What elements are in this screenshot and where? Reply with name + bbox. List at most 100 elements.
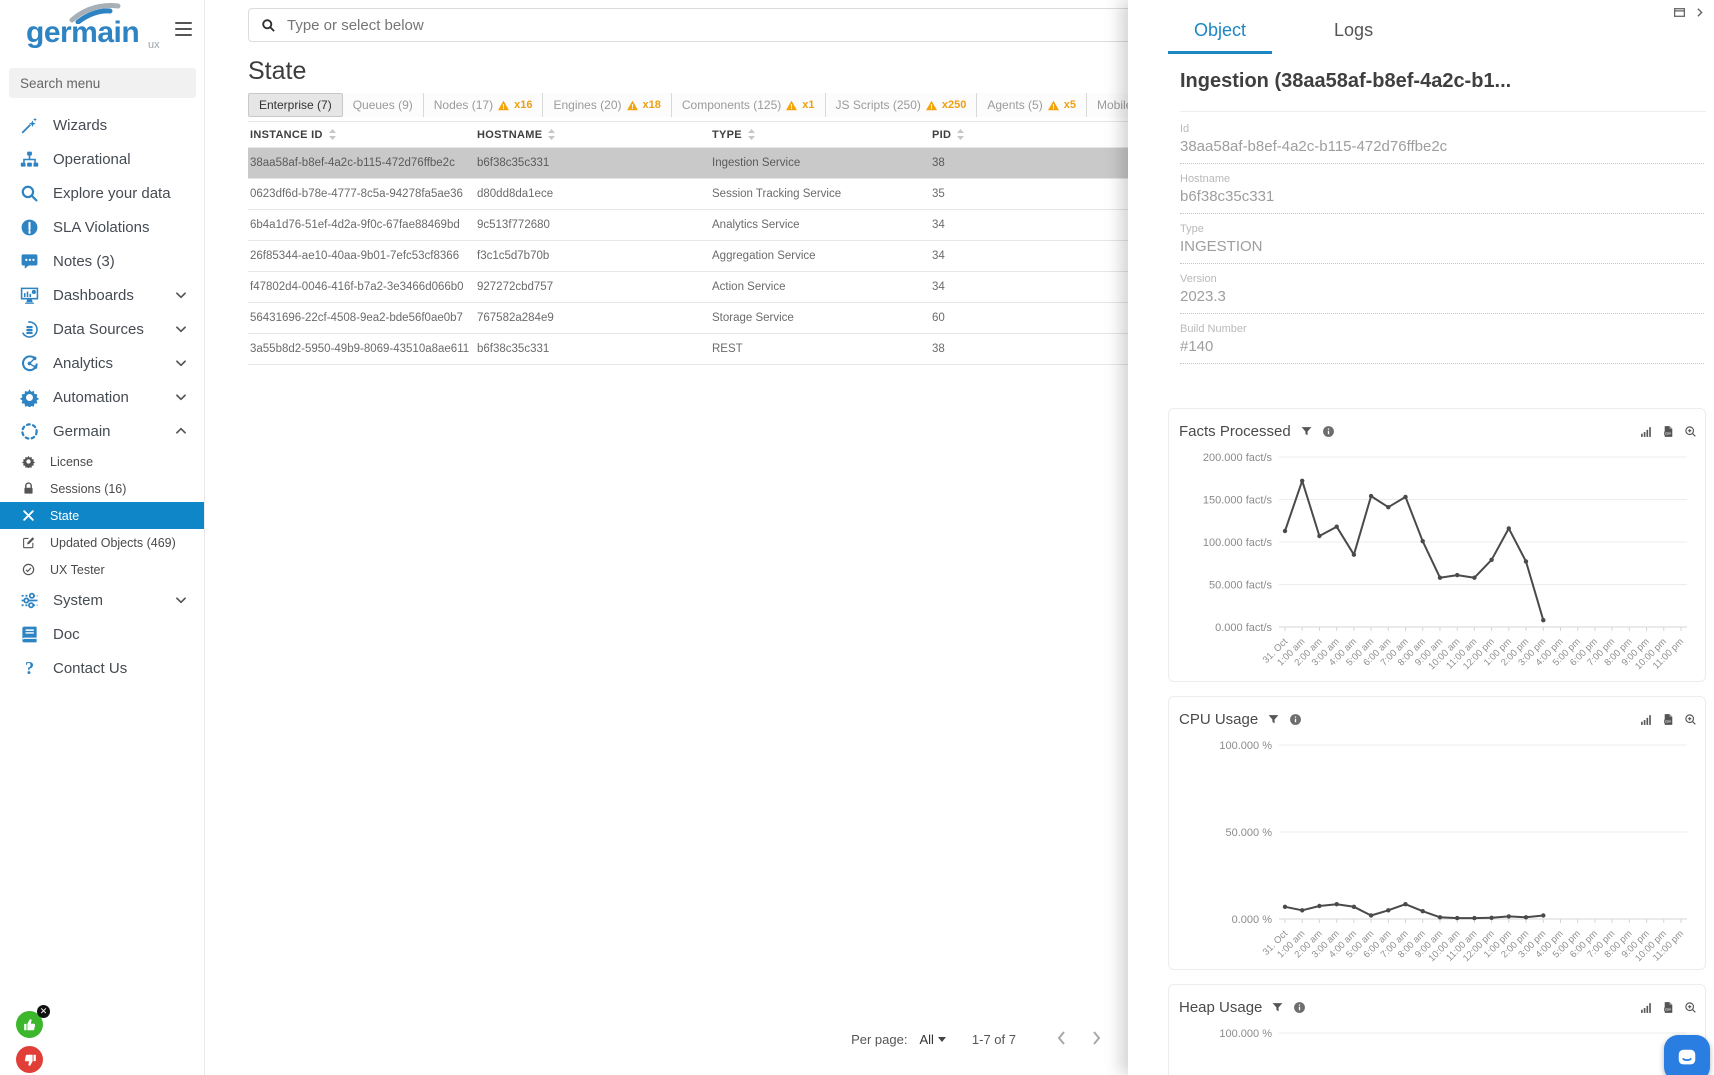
cell-pid: 38 — [930, 157, 1138, 169]
bar-chart-icon[interactable] — [1640, 713, 1653, 726]
tab-object[interactable]: Object — [1168, 14, 1272, 54]
filter-icon[interactable] — [1267, 713, 1280, 726]
sidebar-item-notes-3[interactable]: Notes (3) — [0, 244, 204, 278]
tab-js-scripts-250[interactable]: JS Scripts (250) !x250 — [826, 93, 978, 117]
svg-text:!: ! — [502, 104, 504, 111]
previous-page-button[interactable] — [1044, 1026, 1079, 1053]
tab-agents-5[interactable]: Agents (5) !x5 — [977, 93, 1087, 117]
bar-chart-icon[interactable] — [1640, 425, 1653, 438]
filter-icon[interactable] — [1300, 425, 1313, 438]
cell-type: Session Tracking Service — [710, 188, 930, 200]
main-search-input[interactable] — [287, 17, 1125, 34]
info-icon[interactable] — [1322, 425, 1335, 438]
info-icon[interactable] — [1289, 713, 1302, 726]
chat-bubble-icon — [1676, 1047, 1698, 1069]
per-page-select[interactable]: All — [919, 1032, 945, 1047]
chat-widget-button[interactable] — [1664, 1035, 1710, 1075]
sidebar-item-doc[interactable]: Doc — [0, 617, 204, 651]
sidebar-item-wizards[interactable]: Wizards — [0, 108, 204, 142]
svg-text:100.000 fact/s: 100.000 fact/s — [1203, 537, 1273, 549]
table-row[interactable]: 3a55b8d2-5950-49b9-8069-43510a8ae611 b6f… — [248, 334, 1138, 365]
sidebar-subitem-updated-objects-469[interactable]: Updated Objects (469) — [0, 529, 204, 556]
next-page-button[interactable] — [1079, 1026, 1114, 1053]
question-icon: ? — [20, 658, 42, 678]
sort-icon[interactable] — [548, 129, 555, 140]
column-header-hostname[interactable]: HOSTNAME — [475, 129, 710, 141]
close-icon[interactable]: ✕ — [37, 1005, 50, 1018]
expand-window-icon[interactable] — [1673, 6, 1686, 19]
sidebar-subitem-label: State — [50, 509, 79, 523]
cell-pid: 60 — [930, 312, 1138, 324]
filter-icon[interactable] — [1271, 1001, 1284, 1014]
sidebar-item-operational[interactable]: Operational — [0, 142, 204, 176]
svg-text:!: ! — [1052, 104, 1054, 111]
table-row[interactable]: 38aa58af-b8ef-4a2c-b115-472d76ffbe2c b6f… — [248, 148, 1138, 179]
zoom-in-icon[interactable] — [1684, 713, 1697, 726]
collapse-panel-icon[interactable] — [1693, 6, 1706, 19]
zoom-in-icon[interactable] — [1684, 1001, 1697, 1014]
export-csv-icon[interactable]: CSV — [1662, 1001, 1675, 1014]
cell-hostname: f3c1c5d7b70b — [475, 250, 710, 262]
cell-instance-id: 26f85344-ae10-40aa-9b01-7efc53cf8366 — [248, 250, 475, 262]
sidebar-subitem-license[interactable]: License — [0, 448, 204, 475]
column-header-type[interactable]: TYPE — [710, 129, 930, 141]
sidebar-subitem-sessions-16[interactable]: Sessions (16) — [0, 475, 204, 502]
tab-queues-9[interactable]: Queues (9) — [343, 93, 424, 117]
table-row[interactable]: 0623df6d-b78e-4777-8c5a-94278fa5ae36 d80… — [248, 179, 1138, 210]
table-row[interactable]: f47802d4-0046-416f-b7a2-3e3466d066b0 927… — [248, 272, 1138, 303]
table-row[interactable]: 56431696-22cf-4508-9ea2-bde56f0ae0b7 767… — [248, 303, 1138, 334]
cell-type: Storage Service — [710, 312, 930, 324]
tab-components-125[interactable]: Components (125) !x1 — [672, 93, 826, 117]
thumbs-up-button[interactable]: ✕ — [16, 1011, 43, 1038]
thumbs-down-button[interactable] — [16, 1046, 43, 1073]
sidebar-subitem-label: UX Tester — [50, 563, 105, 577]
sort-icon[interactable] — [748, 129, 755, 140]
field-value: INGESTION — [1180, 238, 1704, 255]
bar-chart-icon[interactable] — [1640, 1001, 1653, 1014]
menu-search-input[interactable] — [9, 68, 196, 98]
svg-text:0.000 %: 0.000 % — [1232, 914, 1273, 926]
sidebar-item-label: Dashboards — [53, 287, 134, 304]
analytics-icon — [20, 353, 42, 373]
warning-count: x5 — [1064, 99, 1076, 111]
field-build-number: Build Number #140 — [1180, 314, 1704, 364]
sidebar-item-system[interactable]: System — [0, 583, 204, 617]
column-header-pid[interactable]: PID — [930, 129, 1138, 141]
field-label: Id — [1180, 123, 1704, 135]
tab-enterprise-7[interactable]: Enterprise (7) — [248, 93, 343, 117]
facts-processed-card: Facts Processed CSV 200.000 fact/s150.00… — [1168, 408, 1706, 682]
hamburger-menu-icon[interactable] — [175, 22, 192, 40]
sidebar-item-data-sources[interactable]: Data Sources — [0, 312, 204, 346]
field-version: Version 2023.3 — [1180, 264, 1704, 314]
sidebar-item-analytics[interactable]: Analytics — [0, 346, 204, 380]
sort-icon[interactable] — [957, 129, 964, 140]
tab-engines-20[interactable]: Engines (20) !x18 — [543, 93, 671, 117]
state-tabs: Enterprise (7) Queues (9) Nodes (17) !x1… — [248, 93, 1161, 117]
book-icon — [20, 624, 42, 644]
cell-type: REST — [710, 343, 930, 355]
sidebar-subitem-ux-tester[interactable]: UX Tester — [0, 556, 204, 583]
zoom-in-icon[interactable] — [1684, 425, 1697, 438]
table-row[interactable]: 6b4a1d76-51ef-4d2a-9f0c-67fae88469bd 9c5… — [248, 210, 1138, 241]
export-csv-icon[interactable]: CSV — [1662, 425, 1675, 438]
pagination-range: 1-7 of 7 — [972, 1032, 1016, 1047]
table-row[interactable]: 26f85344-ae10-40aa-9b01-7efc53cf8366 f3c… — [248, 241, 1138, 272]
sort-icon[interactable] — [329, 129, 336, 140]
sidebar-subitem-state[interactable]: State — [0, 502, 204, 529]
warning-icon: ! — [1047, 100, 1060, 111]
sidebar-item-germain[interactable]: Germain — [0, 414, 204, 448]
sidebar-item-automation[interactable]: Automation — [0, 380, 204, 414]
gear-icon — [20, 387, 42, 407]
column-header-instance-id[interactable]: INSTANCE ID — [248, 129, 475, 141]
info-icon[interactable] — [1293, 1001, 1306, 1014]
export-csv-icon[interactable]: CSV — [1662, 713, 1675, 726]
tab-logs[interactable]: Logs — [1308, 14, 1399, 54]
sidebar-item-contact-us[interactable]: ? Contact Us — [0, 651, 204, 685]
panel-tabs: Object Logs — [1128, 0, 1714, 54]
sidebar-item-explore-your-data[interactable]: Explore your data — [0, 176, 204, 210]
sidebar-item-dashboards[interactable]: Dashboards — [0, 278, 204, 312]
svg-text:CSV: CSV — [1665, 1007, 1671, 1011]
tab-nodes-17[interactable]: Nodes (17) !x16 — [424, 93, 544, 117]
warning-icon: ! — [626, 100, 639, 111]
sidebar-item-sla-violations[interactable]: SLA Violations — [0, 210, 204, 244]
